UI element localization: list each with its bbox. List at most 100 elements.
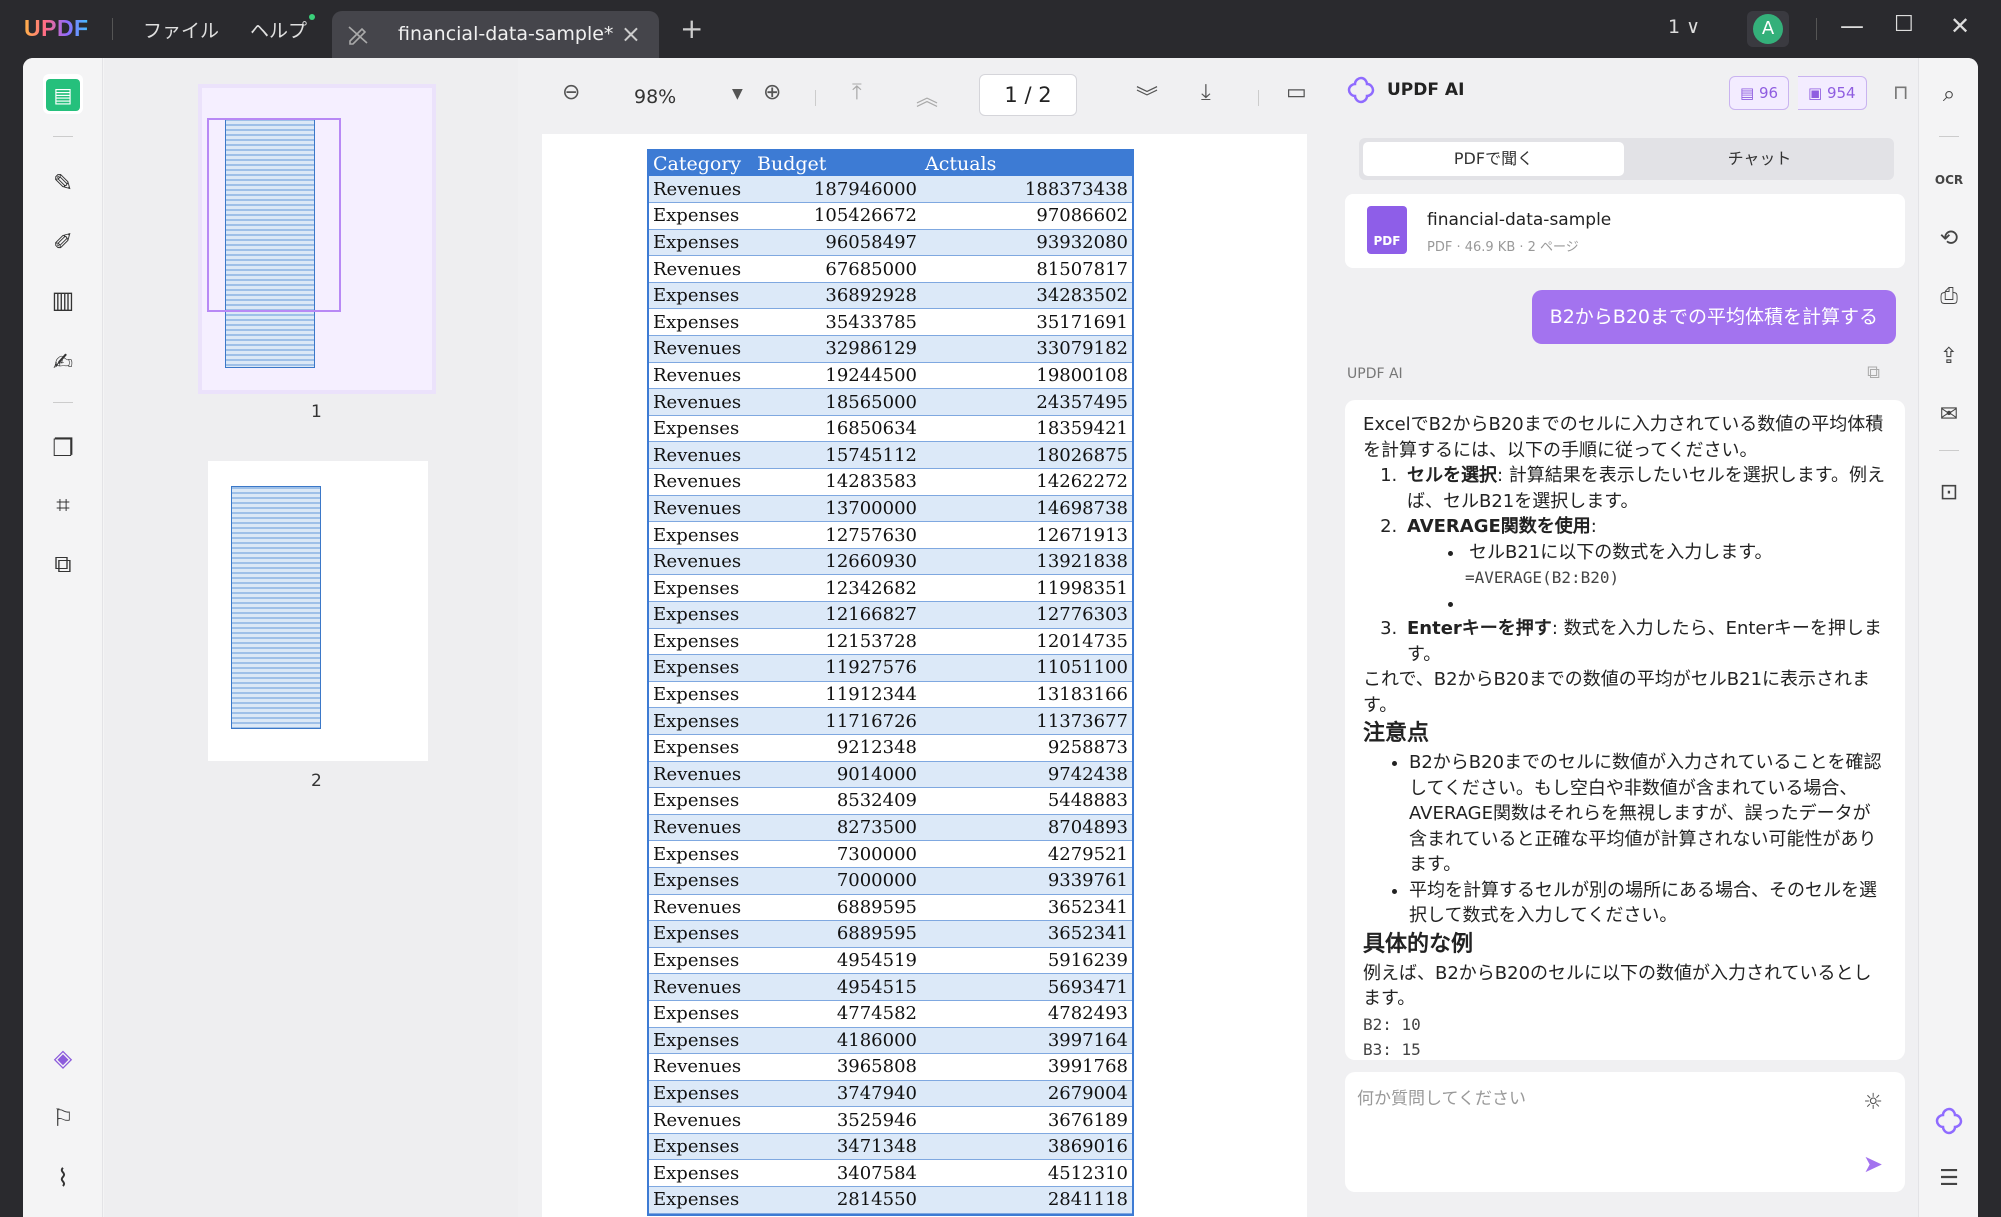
doc-credits-badge[interactable]: ▤ 96: [1729, 76, 1790, 110]
updf-ai-logo-icon: [1347, 76, 1375, 104]
menu-file[interactable]: ファイル: [143, 16, 219, 43]
new-tab-icon[interactable]: +: [680, 15, 703, 43]
cell-category: Revenues: [649, 1106, 753, 1134]
layers-button[interactable]: ◈: [43, 1038, 83, 1078]
cell-budget: 16850634: [753, 415, 921, 443]
share-icon[interactable]: ⇪: [1932, 340, 1966, 374]
search-icon[interactable]: ⌕: [1932, 78, 1966, 112]
notification-dot: [309, 14, 316, 20]
crop-button[interactable]: ⌗: [43, 485, 83, 525]
next-page-icon[interactable]: ︾: [1136, 80, 1158, 112]
cell-category: Revenues: [649, 335, 753, 363]
lock-icon[interactable]: ⊓: [1893, 80, 1909, 104]
viewer-toolbar: ⊖ 98% ▼ ⊕ ⤒ ︽ 1 / 2 ︾ ⤓ ▭: [518, 58, 1331, 132]
step-title: AVERAGE関数を使用: [1407, 516, 1591, 537]
cell-actuals: 4279521: [921, 840, 1132, 868]
pages-icon: ❐: [52, 434, 74, 462]
tab-ask-pdf[interactable]: PDFで聞く: [1363, 142, 1624, 176]
table-row: Revenues 187946000 188373438: [649, 176, 1132, 204]
close-window-icon[interactable]: ✕: [1950, 12, 1970, 40]
cell-category: Revenues: [649, 255, 753, 283]
cell-category: Revenues: [649, 388, 753, 416]
ocr-icon[interactable]: OCR: [1932, 163, 1966, 197]
convert-pages-button[interactable]: ❐: [43, 428, 83, 468]
cell-actuals: 3997164: [921, 1027, 1132, 1055]
last-page-icon[interactable]: ⤓: [1201, 80, 1211, 105]
lightbulb-icon[interactable]: ☼: [1863, 1090, 1883, 1115]
ai-input-box: ☼ ➤: [1345, 1072, 1905, 1192]
organize-pages-button[interactable]: ▥: [43, 280, 83, 320]
minimize-icon[interactable]: —: [1840, 12, 1864, 40]
close-tab-icon[interactable]: ×: [621, 20, 641, 48]
note-item: 平均を計算するセルが別の場所にある場合、そのセルを選択して数式を入力してください…: [1409, 878, 1887, 929]
cell-budget: 13700000: [753, 495, 921, 523]
ai-answer: ExcelでB2からB20までのセルに入力されている数値の平均体積を計算するには…: [1345, 400, 1905, 1060]
document-tab[interactable]: financial-data-sample* ×: [332, 11, 659, 58]
zoom-level[interactable]: 98%: [634, 86, 676, 108]
chat-credits-badge[interactable]: ▣ 954: [1798, 76, 1867, 110]
protect-button[interactable]: ⧉: [43, 544, 83, 584]
attachment-button[interactable]: ⌇: [43, 1158, 83, 1198]
cell-actuals: 188373438: [921, 176, 1132, 204]
crop-icon: ⌗: [56, 491, 70, 519]
table-row: Expenses 12166827 12776303: [649, 601, 1132, 629]
window-count-selector[interactable]: 1 ∨: [1668, 16, 1700, 38]
ai-panel: UPDF AI ▤ 96 ▣ 954 ⊓ PDFで聞く チャット PDF fin…: [1331, 58, 1918, 1217]
layers-copy-icon: ⧉: [54, 550, 72, 578]
zoom-in-icon[interactable]: ⊕: [763, 80, 781, 105]
toolbar-separator: [53, 402, 73, 403]
cell-budget: 187946000: [753, 176, 921, 204]
copy-icon[interactable]: ⧉: [1867, 362, 1880, 383]
menu-help-label: ヘルプ: [250, 20, 308, 42]
menu-help[interactable]: ヘルプ: [250, 14, 316, 43]
comment-tool-button[interactable]: ✎: [43, 163, 83, 203]
table-row: Expenses 11927576 11051100: [649, 654, 1132, 682]
page-number-input[interactable]: 1 / 2: [979, 74, 1077, 116]
zoom-dropdown-icon[interactable]: ▼: [732, 86, 743, 102]
table-row: Expenses 105426672 97086602: [649, 202, 1132, 230]
table-row: Expenses 12757630 12671913: [649, 521, 1132, 549]
answer-step: セルを選択: 計算結果を表示したいセルを選択します。例えば、セルB21を選択しま…: [1403, 463, 1887, 514]
table-row: Expenses 3471348 3869016: [649, 1133, 1132, 1161]
protect-document-icon[interactable]: ⎙: [1932, 280, 1966, 314]
title-bar: UPDF ファイル ヘルプ financial-data-sample* × +…: [0, 0, 2001, 58]
thumbnail-page-2[interactable]: [208, 461, 428, 761]
cell-budget: 3407584: [753, 1159, 921, 1188]
column-header-budget: Budget: [753, 151, 921, 176]
comment-list-icon[interactable]: ☰: [1932, 1162, 1966, 1196]
cell-category: Revenues: [649, 468, 753, 496]
previous-page-icon[interactable]: ︽: [916, 80, 938, 112]
cell-budget: 12342682: [753, 574, 921, 602]
updf-ai-icon[interactable]: [1932, 1104, 1966, 1138]
table-row: Expenses 9212348 9258873: [649, 734, 1132, 762]
tab-chat[interactable]: チャット: [1629, 142, 1890, 176]
convert-icon[interactable]: ⟲: [1932, 222, 1966, 256]
file-card[interactable]: PDF financial-data-sample PDF · 46.9 KB …: [1345, 194, 1905, 268]
edit-pdf-button[interactable]: ✐: [43, 222, 83, 262]
ai-question-input[interactable]: [1357, 1084, 1797, 1124]
save-icon[interactable]: ⊡: [1932, 476, 1966, 510]
reader-mode-button[interactable]: ▤: [43, 74, 83, 114]
bookmark-button[interactable]: ⚐: [43, 1098, 83, 1138]
zoom-out-icon[interactable]: ⊖: [562, 80, 580, 105]
email-icon[interactable]: ✉: [1932, 398, 1966, 432]
cell-category: Revenues: [649, 495, 753, 523]
thumbnail-label: 1: [311, 402, 322, 422]
financial-table: Category Budget Actuals Revenues 18794600…: [647, 149, 1134, 1216]
send-icon[interactable]: ➤: [1863, 1150, 1883, 1178]
file-name: financial-data-sample: [1427, 210, 1612, 230]
fill-sign-button[interactable]: ✍: [43, 342, 83, 382]
cell-category: Expenses: [649, 1186, 753, 1214]
first-page-icon[interactable]: ⤒: [852, 80, 862, 105]
user-avatar-button[interactable]: A: [1747, 11, 1789, 47]
file-meta: PDF · 46.9 KB · 2 ページ: [1427, 240, 1579, 255]
cell-actuals: 35171691: [921, 308, 1132, 337]
table-row: Expenses 16850634 18359421: [649, 415, 1132, 443]
maximize-icon[interactable]: ☐: [1894, 12, 1914, 37]
edit-off-icon: [346, 23, 370, 47]
cell-actuals: 4512310: [921, 1159, 1132, 1188]
cell-budget: 19244500: [753, 362, 921, 390]
presentation-icon[interactable]: ▭: [1286, 80, 1307, 105]
table-row: Expenses 11912344 13183166: [649, 681, 1132, 709]
thumbnail-page-1[interactable]: [202, 88, 432, 390]
